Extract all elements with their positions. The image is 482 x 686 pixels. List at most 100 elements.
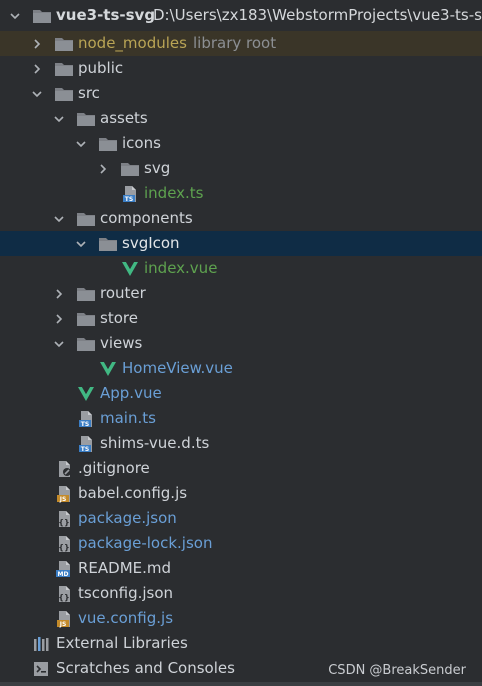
- tree-item-label: .gitignore: [78, 459, 150, 477]
- tree-row-vue-config[interactable]: JS vue.config.js: [0, 606, 482, 631]
- folder-icon: [120, 160, 140, 178]
- folder-icon: [76, 285, 96, 303]
- ts-file-icon: TS: [76, 410, 96, 428]
- tree-row-homeview[interactable]: HomeView.vue: [0, 356, 482, 381]
- tree-row-src[interactable]: src: [0, 81, 482, 106]
- tree-row-public[interactable]: public: [0, 56, 482, 81]
- tree-row-shims[interactable]: TS shims-vue.d.ts: [0, 431, 482, 456]
- tree-row-tsconfig[interactable]: {} tsconfig.json: [0, 581, 482, 606]
- chevron-right-icon[interactable]: [98, 164, 108, 174]
- json-file-icon: {}: [54, 585, 74, 603]
- tree-row-svgicon[interactable]: svgIcon: [0, 231, 482, 256]
- folder-icon: [76, 210, 96, 228]
- tree-row-views[interactable]: views: [0, 331, 482, 356]
- tree-item-label: components: [100, 209, 193, 227]
- library-root-hint: library root: [193, 34, 277, 52]
- tree-row-package-json[interactable]: {} package.json: [0, 506, 482, 531]
- watermark: CSDN @BreakSender: [328, 663, 466, 678]
- project-name: vue3-ts-svg: [56, 6, 156, 24]
- folder-icon: [76, 310, 96, 328]
- tree-item-label: router: [100, 284, 146, 302]
- tree-item-label: node_modules: [78, 34, 187, 52]
- chevron-down-icon[interactable]: [32, 89, 42, 99]
- tree-item-label: package.json: [78, 509, 177, 527]
- chevron-down-icon[interactable]: [76, 139, 86, 149]
- tree-row-icons[interactable]: icons: [0, 131, 482, 156]
- folder-icon: [98, 235, 118, 253]
- ts-file-icon: TS: [76, 435, 96, 453]
- tree-item-label: icons: [122, 134, 161, 152]
- horizontal-scrollbar[interactable]: [0, 682, 482, 686]
- tree-item-label: package-lock.json: [78, 534, 213, 552]
- tree-item-label: index.vue: [144, 259, 218, 277]
- chevron-right-icon[interactable]: [32, 39, 42, 49]
- js-file-icon: JS: [54, 485, 74, 503]
- chevron-down-icon[interactable]: [54, 339, 64, 349]
- tree-item-label: README.md: [78, 559, 172, 577]
- tree-row-svg[interactable]: svg: [0, 156, 482, 181]
- ts-file-icon: TS: [120, 185, 140, 203]
- library-icon: [32, 635, 52, 653]
- tree-item-label: HomeView.vue: [122, 359, 233, 377]
- project-tree: vue3-ts-svg D:\Users\zx183\WebstormProje…: [0, 0, 482, 681]
- chevron-right-icon[interactable]: [54, 314, 64, 324]
- folder-icon: [54, 85, 74, 103]
- json-file-icon: {}: [54, 535, 74, 553]
- svg-text:{}: {}: [58, 593, 69, 602]
- svg-text:TS: TS: [81, 421, 89, 428]
- folder-icon: [76, 110, 96, 128]
- folder-icon: [76, 335, 96, 353]
- svg-text:MD: MD: [58, 571, 69, 578]
- chevron-down-icon[interactable]: [54, 114, 64, 124]
- gitignore-file-icon: [54, 460, 74, 478]
- tree-item-label: tsconfig.json: [78, 584, 174, 602]
- svg-text:{}: {}: [58, 543, 69, 552]
- chevron-right-icon[interactable]: [32, 64, 42, 74]
- tree-item-label: shims-vue.d.ts: [100, 434, 210, 452]
- folder-icon: [98, 135, 118, 153]
- json-file-icon: {}: [54, 510, 74, 528]
- js-file-icon: JS: [54, 610, 74, 628]
- tree-item-label: main.ts: [100, 409, 156, 427]
- tree-item-label: vue.config.js: [78, 609, 174, 627]
- tree-item-label: src: [78, 84, 100, 102]
- tree-row-assets[interactable]: assets: [0, 106, 482, 131]
- tree-item-label: svgIcon: [122, 234, 180, 252]
- svg-text:{}: {}: [58, 518, 69, 527]
- tree-item-label: App.vue: [100, 384, 162, 402]
- chevron-down-icon[interactable]: [54, 214, 64, 224]
- tree-row-gitignore[interactable]: .gitignore: [0, 456, 482, 481]
- folder-icon: [54, 60, 74, 78]
- tree-item-label: Scratches and Consoles: [56, 659, 235, 677]
- svg-text:JS: JS: [59, 496, 67, 503]
- tree-row-index-vue[interactable]: index.vue: [0, 256, 482, 281]
- chevron-right-icon[interactable]: [54, 289, 64, 299]
- tree-row-babel[interactable]: JS babel.config.js: [0, 481, 482, 506]
- md-file-icon: MD: [54, 560, 74, 578]
- tree-row-node-modules[interactable]: node_modules library root: [0, 31, 482, 56]
- chevron-down-icon[interactable]: [76, 239, 86, 249]
- tree-row-store[interactable]: store: [0, 306, 482, 331]
- svg-text:TS: TS: [125, 196, 133, 203]
- vue-file-icon: [98, 360, 118, 378]
- tree-row-project-root[interactable]: vue3-ts-svg D:\Users\zx183\WebstormProje…: [0, 0, 482, 31]
- tree-item-label: assets: [100, 109, 148, 127]
- tree-row-router[interactable]: router: [0, 281, 482, 306]
- tree-item-label: public: [78, 59, 124, 77]
- tree-row-components[interactable]: components: [0, 206, 482, 231]
- tree-row-app-vue[interactable]: App.vue: [0, 381, 482, 406]
- tree-item-label: babel.config.js: [78, 484, 188, 502]
- vue-file-icon: [120, 260, 140, 278]
- tree-item-label: views: [100, 334, 143, 352]
- scratches-icon: [32, 660, 52, 678]
- tree-row-external-libraries[interactable]: External Libraries: [0, 631, 482, 656]
- tree-row-index-ts[interactable]: TS index.ts: [0, 181, 482, 206]
- tree-row-package-lock[interactable]: {} package-lock.json: [0, 531, 482, 556]
- tree-row-readme[interactable]: MD README.md: [0, 556, 482, 581]
- chevron-down-icon[interactable]: [10, 11, 20, 21]
- svg-text:TS: TS: [81, 446, 89, 453]
- svg-text:JS: JS: [59, 621, 67, 628]
- tree-item-label: External Libraries: [56, 634, 188, 652]
- tree-row-main-ts[interactable]: TS main.ts: [0, 406, 482, 431]
- tree-item-label: index.ts: [144, 184, 204, 202]
